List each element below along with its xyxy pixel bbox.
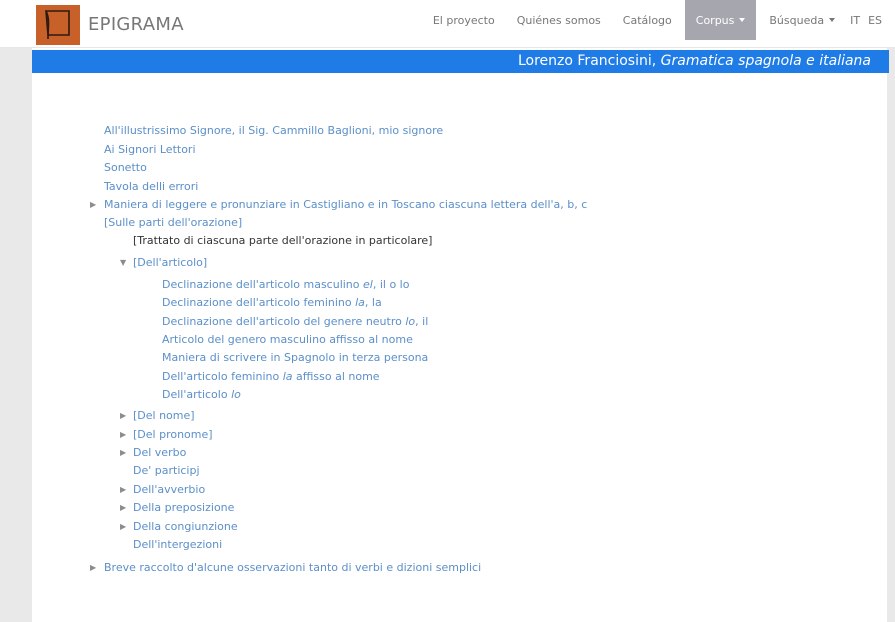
toc-text-italic: lo [231,388,241,401]
expand-arrow-icon[interactable]: ▶ [90,561,96,575]
toc-text: Dell'articolo feminino [162,370,283,383]
toc-text: , la [364,296,382,309]
toc-item-tavola[interactable]: Tavola delli errori [104,180,198,194]
nav-busqueda-dropdown[interactable]: Búsqueda [758,0,846,40]
expand-arrow-icon[interactable]: ▶ [120,409,126,423]
toc-item-articolo-feminino-affisso[interactable]: Dell'articolo feminino la affisso al nom… [162,370,380,384]
nav-busqueda-label: Búsqueda [769,13,825,27]
toc-item-declinazione-masculino[interactable]: Declinazione dell'articolo masculino el,… [162,278,409,292]
toc-item-articolo-lo[interactable]: Dell'articolo lo [162,388,241,402]
nav-corpus-label: Corpus [695,13,735,27]
toc-item-lettori[interactable]: Ai Signori Lettori [104,143,196,157]
collapse-arrow-icon[interactable]: ▼ [120,256,126,270]
toc-text-italic: el [363,278,373,291]
toc-item-dedication[interactable]: All'illustrissimo Signore, il Sig. Cammi… [104,124,443,138]
toc-item-intergezioni[interactable]: Dell'intergezioni [133,538,222,552]
toc-text: , il o lo [372,278,410,291]
toc-item-del-verbo[interactable]: Del verbo [133,446,186,460]
toc-item-declinazione-feminino[interactable]: Declinazione dell'articolo feminino la, … [162,296,382,310]
nav-el-proyecto[interactable]: El proyecto [422,0,506,40]
expand-arrow-icon[interactable]: ▶ [120,520,126,534]
document-work-title: Gramatica spagnola e italiana [660,53,871,69]
toc-text: Dell'articolo [162,388,232,401]
toc-item-maniera-scrivere[interactable]: Maniera di scrivere in Spagnolo in terza… [162,351,428,365]
toc-item-articolo-masculino-affisso[interactable]: Articolo del genero masculino affisso al… [162,333,413,347]
expand-arrow-icon[interactable]: ▶ [120,501,126,515]
toc-text-italic: la [355,296,365,309]
toc-item-maniera[interactable]: Maniera di leggere e pronunziare in Cast… [104,198,587,212]
expand-arrow-icon[interactable]: ▶ [120,446,126,460]
left-margin [0,48,32,622]
toc-item-declinazione-neutro[interactable]: Declinazione dell'articolo del genere ne… [162,315,428,329]
toc-text: , il [415,315,429,328]
toc-text: Declinazione dell'articolo feminino [162,296,356,309]
nav-corpus-dropdown[interactable]: Corpus [684,0,757,40]
main-nav: El proyecto Quiénes somos Catálogo Corpu… [422,0,895,40]
logo-mark-icon [45,10,70,40]
nav-quienes-somos[interactable]: Quiénes somos [506,0,612,40]
epigrama-logo[interactable] [36,5,80,45]
navbar: EPIGRAMA El proyecto Quiénes somos Catál… [0,0,895,48]
toc-item-congiunzione[interactable]: Della congiunzione [133,520,238,534]
toc-item-sulle-parti[interactable]: [Sulle parti dell'orazione] [104,216,242,230]
document-title-bar: Lorenzo Franciosini, Gramatica spagnola … [32,50,889,73]
lang-it[interactable]: IT [846,0,864,40]
toc-text: affisso al nome [292,370,380,383]
toc-text: Declinazione dell'articolo del genere ne… [162,315,406,328]
toc-item-del-pronome[interactable]: [Del pronome] [133,428,213,442]
expand-arrow-icon[interactable]: ▶ [120,483,126,497]
toc-item-trattato: [Trattato di ciascuna parte dell'orazion… [133,234,433,247]
expand-arrow-icon[interactable]: ▶ [90,198,96,212]
chevron-down-icon [739,18,746,22]
chevron-down-icon [829,18,836,22]
toc-item-sonetto[interactable]: Sonetto [104,161,147,175]
toc-text: Declinazione dell'articolo masculino [162,278,364,291]
toc-item-preposizione[interactable]: Della preposizione [133,501,234,515]
toc-item-dell-articolo[interactable]: [Dell'articolo] [133,256,207,270]
toc-item-participj[interactable]: De' participj [133,464,200,478]
toc-text-italic: lo [405,315,416,328]
toc-text-italic: la [282,370,293,383]
toc-item-breve-raccolto[interactable]: Breve raccolto d'alcune osservazioni tan… [104,561,481,575]
toc-item-del-nome[interactable]: [Del nome] [133,409,195,423]
expand-arrow-icon[interactable]: ▶ [120,428,126,442]
toc-item-avverbio[interactable]: Dell'avverbio [133,483,205,497]
nav-catalogo[interactable]: Catálogo [612,0,683,40]
lang-es[interactable]: ES [864,0,895,40]
document-author: Lorenzo Franciosini, [517,53,661,69]
brand-name[interactable]: EPIGRAMA [88,14,184,35]
right-margin [887,48,895,622]
